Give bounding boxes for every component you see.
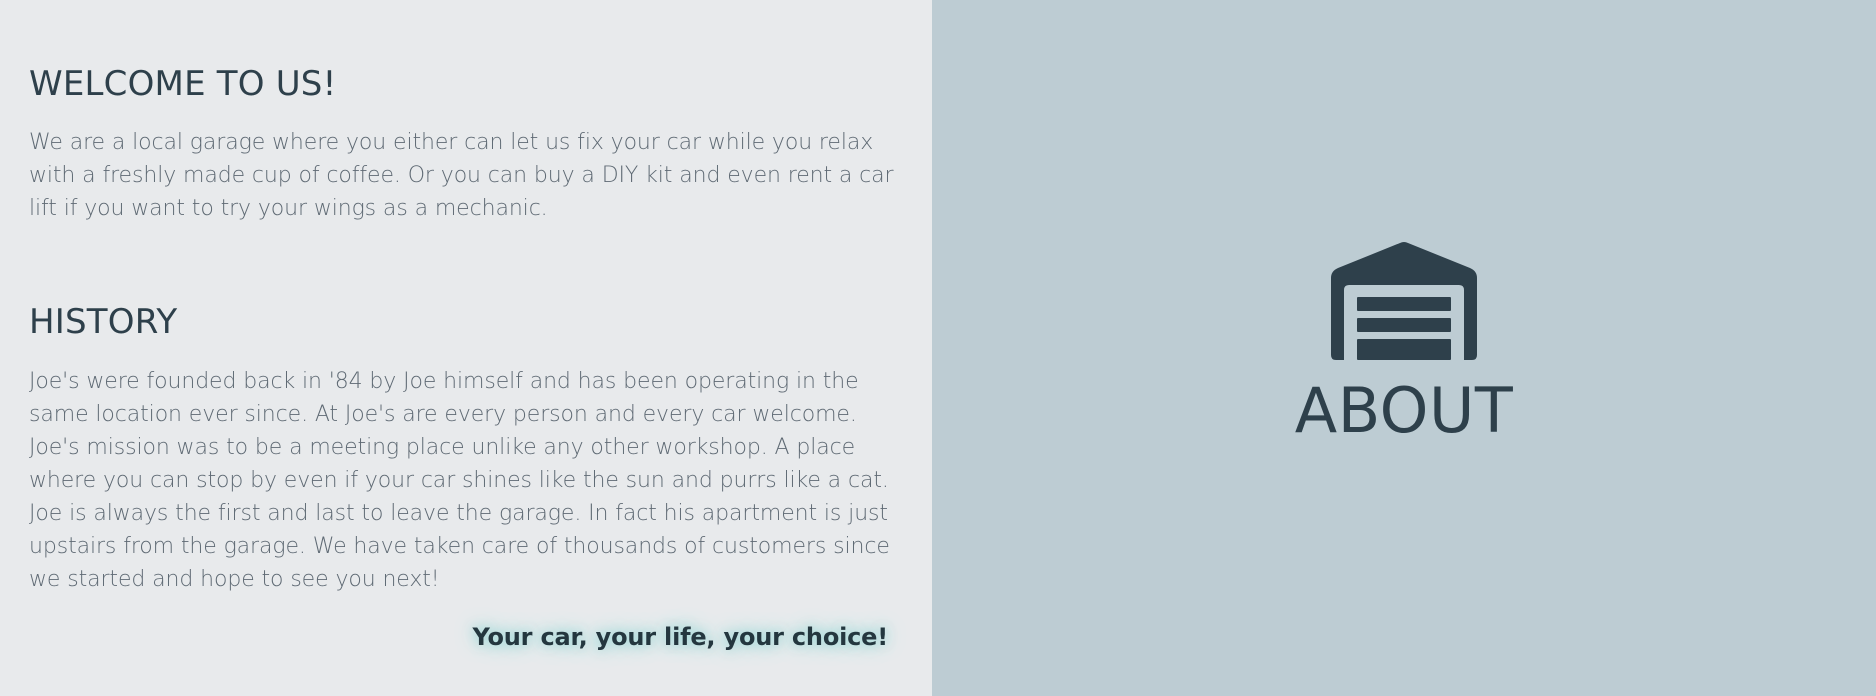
garage-icon bbox=[1331, 242, 1477, 360]
welcome-heading: WELCOME TO US! bbox=[29, 64, 337, 104]
about-panel: ABOUT bbox=[932, 0, 1876, 696]
slogan: Your car, your life, your choice! bbox=[472, 623, 889, 651]
history-heading: HISTORY bbox=[29, 302, 178, 342]
about-page: WELCOME TO US! We are a local garage whe… bbox=[0, 0, 1876, 696]
intro-panel: WELCOME TO US! We are a local garage whe… bbox=[0, 0, 932, 696]
about-title: ABOUT bbox=[1294, 374, 1514, 447]
history-text: Joe's were founded back in '84 by Joe hi… bbox=[29, 369, 890, 592]
welcome-text: We are a local garage where you either c… bbox=[29, 130, 894, 221]
about-block: ABOUT bbox=[932, 238, 1876, 447]
